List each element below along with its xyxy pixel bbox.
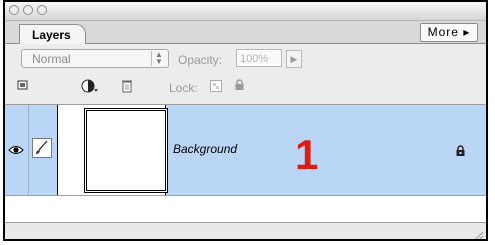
lock-label: Lock: — [169, 81, 198, 95]
opacity-field[interactable]: 100% — [236, 49, 282, 67]
layers-list-empty-area — [5, 196, 486, 222]
close-button[interactable] — [9, 5, 19, 15]
layer-options-row: Normal ▲ ▼ Opacity: 100% ▶ — [5, 44, 486, 70]
layer-name[interactable]: Background — [173, 142, 237, 156]
link-brush-toggle[interactable] — [29, 105, 58, 195]
layer-thumbnail[interactable] — [84, 108, 168, 193]
step-annotation: 1 — [295, 131, 319, 178]
layer-row-background[interactable]: Background 1 — [5, 105, 486, 196]
layers-panel: Layers More ▸ Normal ▲ ▼ Opacity: 100% ▶ … — [3, 0, 488, 241]
trash-icon[interactable] — [121, 79, 133, 96]
tab-layers[interactable]: Layers — [19, 24, 86, 44]
tab-row: Layers More ▸ — [5, 21, 486, 44]
layer-thumbnail-cell — [57, 105, 168, 195]
adjustment-layer-icon[interactable] — [81, 79, 99, 96]
eye-icon — [8, 146, 24, 154]
opacity-label: Opacity: — [178, 53, 223, 67]
lock-icon — [456, 145, 465, 156]
lock-all-icon[interactable] — [234, 79, 245, 94]
brush-icon — [36, 140, 48, 154]
stepper-icon[interactable]: ▲ ▼ — [151, 51, 166, 66]
more-button[interactable]: More ▸ — [420, 23, 478, 42]
minimize-button[interactable] — [23, 5, 33, 15]
lock-transparent-pixels-icon[interactable] — [210, 80, 222, 95]
panel-bottom-bar — [5, 222, 486, 241]
lock-row: Lock: — [5, 70, 486, 105]
zoom-button[interactable] — [37, 5, 47, 15]
blend-mode-select[interactable]: Normal ▲ ▼ — [21, 49, 169, 68]
blend-mode-value: Normal — [32, 52, 71, 66]
window-title-bar[interactable] — [5, 2, 486, 21]
visibility-toggle[interactable] — [5, 105, 29, 195]
new-layer-icon[interactable] — [17, 79, 29, 94]
opacity-slider-arrow-icon[interactable]: ▶ — [286, 50, 302, 68]
resize-grip-icon[interactable] — [472, 230, 484, 241]
